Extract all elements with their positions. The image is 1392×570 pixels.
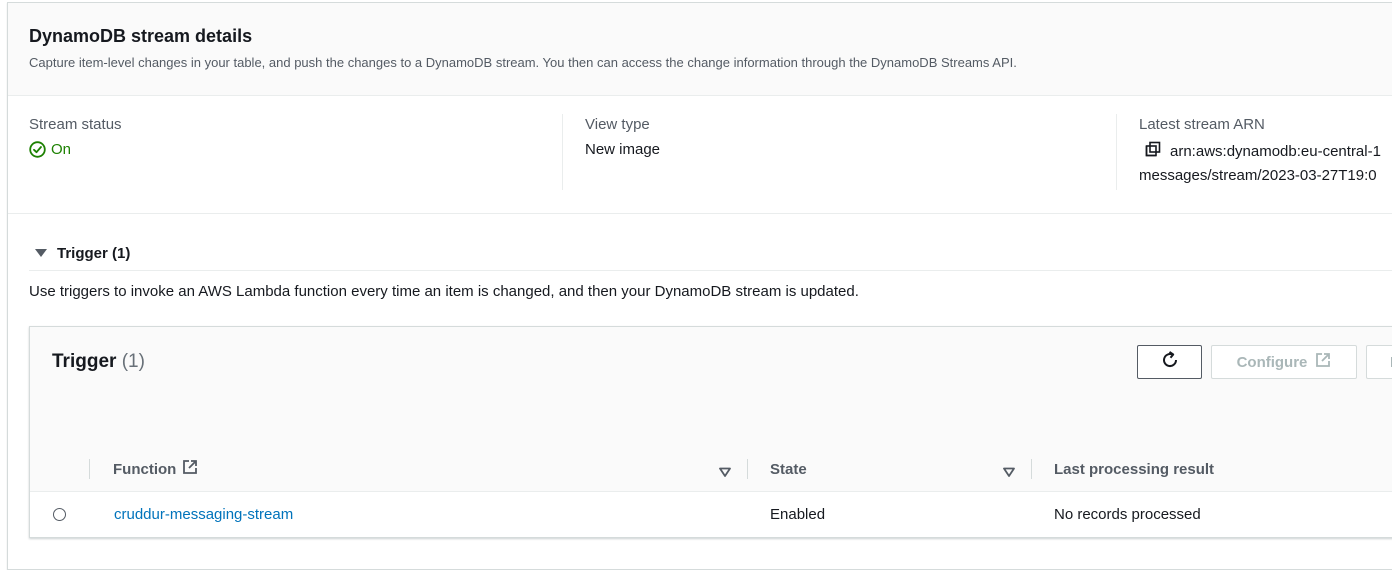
secondary-button[interactable]: I bbox=[1366, 345, 1392, 379]
table-row: cruddur-messaging-stream Enabled No reco… bbox=[30, 492, 1392, 537]
trigger-table-header: Trigger (1) Configure bbox=[30, 327, 1392, 448]
trigger-expander-label: Trigger (1) bbox=[57, 245, 131, 262]
trigger-table-title: Trigger (1) bbox=[52, 351, 145, 373]
column-divider bbox=[1031, 459, 1032, 479]
stream-details-panel: DynamoDB stream details Capture item-lev… bbox=[7, 2, 1392, 570]
column-header-state[interactable]: State bbox=[770, 447, 807, 491]
row-select-radio[interactable] bbox=[53, 508, 66, 521]
stream-arn-text-continued: messages/stream/2023-03-27T19:0 bbox=[1139, 167, 1377, 184]
section-divider bbox=[8, 213, 1392, 214]
column-header-last-processing-result[interactable]: Last processing result bbox=[1054, 447, 1214, 491]
column-divider bbox=[1116, 114, 1117, 190]
external-link-icon bbox=[1315, 352, 1331, 372]
expander-divider bbox=[29, 270, 1392, 271]
sort-icon[interactable] bbox=[719, 464, 731, 482]
panel-header: DynamoDB stream details Capture item-lev… bbox=[8, 3, 1392, 96]
stream-status-label: Stream status bbox=[29, 116, 122, 133]
column-divider bbox=[562, 114, 563, 190]
refresh-button[interactable] bbox=[1137, 345, 1202, 379]
trigger-count: (1) bbox=[121, 351, 145, 372]
view-type-field: View type New image bbox=[585, 116, 660, 158]
trigger-table-title-text: Trigger bbox=[52, 351, 117, 372]
configure-button-label: Configure bbox=[1236, 353, 1308, 371]
caret-down-icon bbox=[35, 245, 47, 262]
refresh-icon bbox=[1160, 350, 1180, 374]
stream-arn-line: arn:aws:dynamodb:eu-central-1 bbox=[1139, 141, 1381, 161]
external-link-icon bbox=[182, 459, 198, 479]
state-cell: Enabled bbox=[770, 506, 826, 523]
trigger-expander[interactable]: Trigger (1) bbox=[35, 245, 130, 262]
panel-title: DynamoDB stream details bbox=[29, 26, 253, 46]
table-header-row: Function State Last processing result bbox=[30, 447, 1392, 492]
column-header-function-label: Function bbox=[113, 460, 177, 478]
column-divider bbox=[89, 459, 90, 479]
stream-status-value: On bbox=[29, 141, 122, 158]
stream-arn-field: Latest stream ARN arn:aws:dynamodb:eu-ce… bbox=[1139, 116, 1381, 184]
status-positive-icon bbox=[29, 141, 46, 158]
stream-status-field: Stream status On bbox=[29, 116, 122, 158]
last-processing-result-cell: No records processed bbox=[1054, 506, 1201, 523]
copy-icon[interactable] bbox=[1145, 141, 1161, 161]
configure-button[interactable]: Configure bbox=[1211, 345, 1357, 379]
stream-arn-text: arn:aws:dynamodb:eu-central-1 bbox=[1170, 142, 1381, 160]
column-divider bbox=[747, 459, 748, 479]
trigger-table-container: Trigger (1) Configure Function State Las… bbox=[29, 326, 1392, 538]
panel-description: Capture item-level changes in your table… bbox=[29, 55, 1017, 70]
stream-status-text: On bbox=[51, 141, 72, 158]
function-link[interactable]: cruddur-messaging-stream bbox=[114, 492, 293, 537]
view-type-label: View type bbox=[585, 116, 650, 133]
sort-icon[interactable] bbox=[1003, 464, 1015, 482]
trigger-description: Use triggers to invoke an AWS Lambda fun… bbox=[29, 283, 859, 300]
column-header-function[interactable]: Function bbox=[113, 447, 198, 491]
stream-arn-label: Latest stream ARN bbox=[1139, 116, 1265, 133]
view-type-value: New image bbox=[585, 141, 661, 158]
